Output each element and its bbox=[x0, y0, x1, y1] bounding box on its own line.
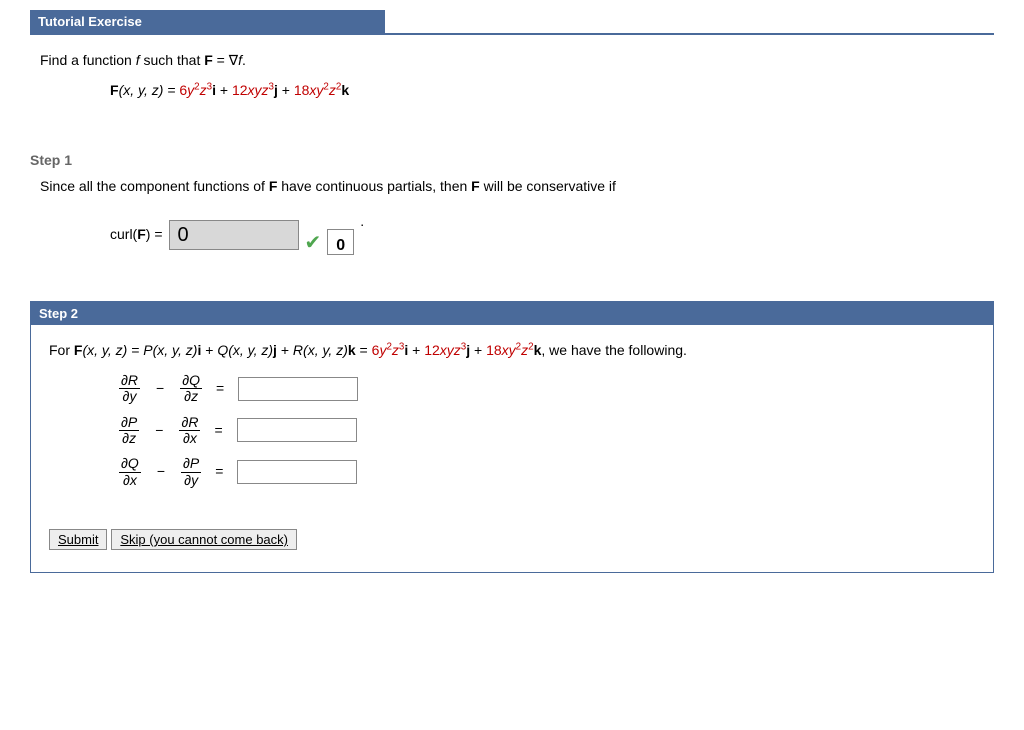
tutorial-header-row: Tutorial Exercise bbox=[30, 10, 994, 35]
s1-a: Since all the component functions of bbox=[40, 178, 269, 194]
s2-ra: (x, y, z) bbox=[303, 342, 348, 358]
s2-tail: , we have the following. bbox=[541, 342, 687, 358]
step1-body: Since all the component functions of F h… bbox=[30, 174, 994, 281]
partial-row-2: ∂P∂z − ∂R∂x = bbox=[49, 415, 975, 447]
t3-v1: xy bbox=[309, 82, 323, 98]
t2-coef: 12 bbox=[232, 82, 248, 98]
submit-button[interactable]: Submit bbox=[49, 529, 107, 550]
s1-c: will be conservative if bbox=[480, 178, 616, 194]
eq-3: = bbox=[211, 460, 227, 484]
skip-button[interactable]: Skip (you cannot come back) bbox=[111, 529, 297, 550]
step2-intro: For F(x, y, z) = P(x, y, z)i + Q(x, y, z… bbox=[49, 339, 975, 363]
t1-coef: 6 bbox=[179, 82, 187, 98]
curl-answer-input[interactable]: 0 bbox=[169, 220, 299, 250]
frac-dP-dy: ∂P∂y bbox=[181, 456, 201, 488]
curl-a: curl( bbox=[110, 226, 137, 242]
frac-dR-dy: ∂R∂y bbox=[119, 373, 140, 405]
problem-intro-F: F bbox=[204, 52, 213, 68]
frac-dQ-dz: ∂Q∂z bbox=[180, 373, 202, 405]
problem-intro-a: Find a function bbox=[40, 52, 136, 68]
frac-dQ-dx: ∂Q∂x bbox=[119, 456, 141, 488]
problem-formula: F(x, y, z) = 6y2z3i + 12xyz3j + 18xy2z2k bbox=[40, 79, 994, 101]
s2-qa: (x, y, z) bbox=[228, 342, 273, 358]
problem-intro-c: = ∇ bbox=[213, 52, 238, 68]
c3: 18 bbox=[486, 342, 502, 358]
answer-input-3[interactable] bbox=[237, 460, 357, 484]
eq-2: = bbox=[210, 419, 226, 443]
s2-k: k bbox=[348, 342, 356, 358]
step1-label: Step 1 bbox=[30, 152, 994, 168]
frac-dR-dx: ∂R∂x bbox=[179, 415, 200, 447]
button-row: Submit Skip (you cannot come back) bbox=[49, 528, 975, 552]
answer-input-2[interactable] bbox=[237, 418, 357, 442]
s2-P: P bbox=[143, 342, 152, 358]
s2-for-a: For bbox=[49, 342, 74, 358]
plus2: + bbox=[278, 82, 294, 98]
minus-1: − bbox=[150, 377, 170, 401]
t2-vars: xyz bbox=[248, 82, 269, 98]
t3-k: k bbox=[341, 82, 349, 98]
formula-args: (x, y, z) = bbox=[119, 82, 180, 98]
s2-Q: Q bbox=[217, 342, 228, 358]
c3v: xy bbox=[502, 342, 516, 358]
problem-intro-d: . bbox=[242, 52, 246, 68]
partial-row-3: ∂Q∂x − ∂P∂y = bbox=[49, 456, 975, 488]
formula-F: F bbox=[110, 82, 119, 98]
curl-correct-box: 0 bbox=[327, 229, 354, 255]
step2-container: Step 2 For F(x, y, z) = P(x, y, z)i + Q(… bbox=[30, 301, 994, 573]
problem-statement: Find a function f such that F = ∇f. F(x,… bbox=[30, 45, 994, 142]
t1-z: z bbox=[200, 82, 207, 98]
tutorial-header: Tutorial Exercise bbox=[30, 10, 385, 33]
s2-R: R bbox=[293, 342, 303, 358]
c2: 12 bbox=[424, 342, 440, 358]
curl-row: curl(F) = 0 ✔ 0 . bbox=[40, 209, 994, 261]
s2-eq: = bbox=[356, 342, 372, 358]
s1-F2: F bbox=[471, 178, 480, 194]
s2-p1: + bbox=[201, 342, 217, 358]
minus-2: − bbox=[149, 419, 169, 443]
frac-dP-dz: ∂P∂z bbox=[119, 415, 139, 447]
c1z: z bbox=[392, 342, 399, 358]
t3-coef: 18 bbox=[294, 82, 310, 98]
curl-F: F bbox=[137, 226, 146, 242]
minus-3: − bbox=[151, 460, 171, 484]
s1-period: . bbox=[360, 209, 364, 234]
c2v: xyz bbox=[440, 342, 461, 358]
answer-input-1[interactable] bbox=[238, 377, 358, 401]
eq-1: = bbox=[212, 377, 228, 401]
plus1: + bbox=[216, 82, 232, 98]
s1-b: have continuous partials, then bbox=[277, 178, 471, 194]
problem-intro-b: such that bbox=[140, 52, 205, 68]
cp1: + bbox=[408, 342, 424, 358]
curl-b: ) = bbox=[146, 226, 163, 242]
step2-label: Step 2 bbox=[31, 302, 993, 325]
check-icon: ✔ bbox=[305, 225, 322, 261]
s2-b: (x, y, z) = bbox=[82, 342, 143, 358]
partial-row-1: ∂R∂y − ∂Q∂z = bbox=[49, 373, 975, 405]
s2-pa: (x, y, z) bbox=[153, 342, 198, 358]
cp2: + bbox=[470, 342, 486, 358]
s2-p2: + bbox=[277, 342, 293, 358]
t3-z: z bbox=[329, 82, 336, 98]
